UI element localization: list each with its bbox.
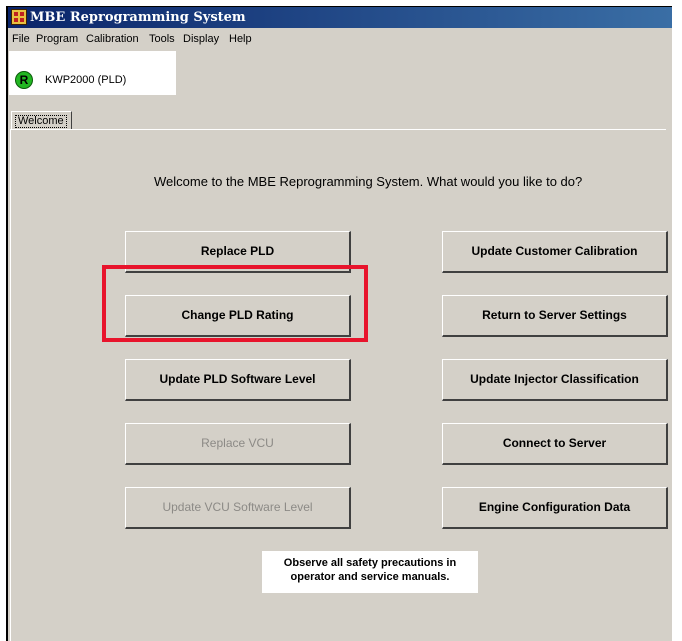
connection-status-icon: R [15, 71, 33, 89]
highlight-box [102, 265, 368, 342]
menu-help[interactable]: Help [229, 33, 252, 45]
menu-bar: File Program Calibration Tools Display H… [8, 29, 672, 49]
protocol-label: KWP2000 (PLD) [45, 74, 127, 86]
title-bar[interactable]: MBE Reprogramming System [8, 7, 672, 28]
engine-configuration-data-button[interactable]: Engine Configuration Data [442, 487, 668, 529]
update-vcu-software-level-button[interactable]: Update VCU Software Level [125, 487, 351, 529]
update-customer-calibration-button[interactable]: Update Customer Calibration [442, 231, 668, 273]
tab-welcome[interactable]: Welcome [11, 111, 72, 130]
menu-tools[interactable]: Tools [149, 33, 175, 45]
update-pld-software-level-button[interactable]: Update PLD Software Level [125, 359, 351, 401]
connection-panel: R KWP2000 (PLD) [9, 51, 176, 95]
replace-vcu-button[interactable]: Replace VCU [125, 423, 351, 465]
return-to-server-settings-button[interactable]: Return to Server Settings [442, 295, 668, 337]
update-injector-classification-button[interactable]: Update Injector Classification [442, 359, 668, 401]
window-title: MBE Reprogramming System [30, 10, 246, 25]
tab-welcome-label: Welcome [15, 115, 67, 128]
menu-display[interactable]: Display [183, 33, 219, 45]
safety-notice-line-2: operator and service manuals. [290, 571, 450, 583]
menu-calibration[interactable]: Calibration [86, 33, 139, 45]
menu-file[interactable]: File [12, 33, 30, 45]
safety-notice: Observe all safety precautions in operat… [262, 551, 478, 593]
mbe-app-icon [11, 9, 27, 25]
connect-to-server-button[interactable]: Connect to Server [442, 423, 668, 465]
welcome-text: Welcome to the MBE Reprogramming System.… [154, 174, 583, 189]
safety-notice-line-1: Observe all safety precautions in [283, 557, 457, 569]
menu-program[interactable]: Program [36, 33, 78, 45]
